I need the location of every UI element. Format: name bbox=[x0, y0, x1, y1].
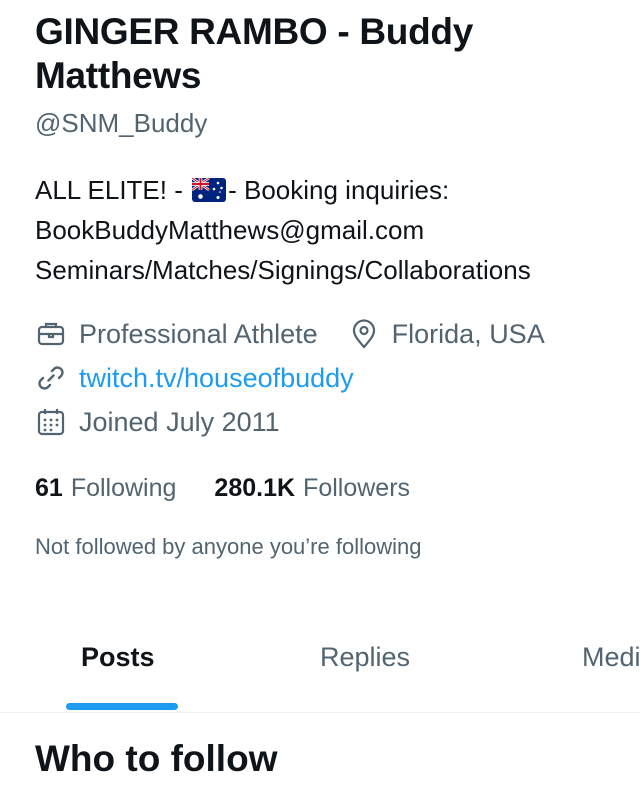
profile-location: Florida, USA bbox=[348, 318, 545, 350]
profile-handle: @SNM_Buddy bbox=[35, 108, 208, 138]
location-pin-icon bbox=[352, 319, 375, 349]
link-icon bbox=[38, 366, 64, 390]
profile-stats: 61 Following 280.1K Followers bbox=[35, 474, 410, 503]
who-to-follow-heading: Who to follow bbox=[35, 738, 278, 779]
bio-text-2: - Booking inquiries: bbox=[228, 175, 450, 205]
profile-category: Professional Athlete bbox=[35, 318, 318, 350]
briefcase-icon bbox=[37, 322, 65, 346]
profile-meta-row-2: twitch.tv/houseofbuddy bbox=[35, 362, 354, 394]
calendar-icon bbox=[37, 409, 65, 436]
display-name: GINGER RAMBO - Buddy Matthews bbox=[35, 11, 473, 96]
website-link[interactable]: twitch.tv/houseofbuddy bbox=[79, 363, 354, 394]
bio-text-1: ALL ELITE! - bbox=[35, 175, 191, 205]
following-stat[interactable]: 61 Following bbox=[35, 474, 176, 503]
bio-email: BookBuddyMatthews@gmail.com bbox=[35, 215, 425, 245]
australia-flag-icon bbox=[192, 178, 227, 202]
followers-stat[interactable]: 280.1K Followers bbox=[214, 474, 410, 503]
location-label: Florida, USA bbox=[391, 318, 545, 349]
joined-date: Joined July 2011 bbox=[79, 406, 280, 437]
bio-line-1: ALL ELITE! - - Booking inquiries: bbox=[35, 170, 640, 210]
tab-replies[interactable]: Replies bbox=[320, 642, 410, 673]
profile-tabs: Posts Replies Media bbox=[0, 620, 640, 713]
tab-posts[interactable]: Posts bbox=[81, 642, 155, 673]
bio-line-3: Seminars/Matches/Signings/Collaborations bbox=[35, 255, 531, 285]
following-label: Following bbox=[70, 474, 177, 502]
profile-meta-row-1: Professional Athlete Florida, USA bbox=[35, 318, 545, 350]
profile-meta-row-3: Joined July 2011 bbox=[35, 406, 280, 438]
category-label: Professional Athlete bbox=[79, 318, 318, 349]
active-tab-indicator bbox=[66, 703, 178, 710]
profile-bio: ALL ELITE! - - Booking inquiries: BookBu… bbox=[35, 170, 640, 290]
followed-by-note: Not followed by anyone you’re following bbox=[35, 534, 422, 559]
followers-count: 280.1K bbox=[214, 474, 296, 502]
followers-label: Followers bbox=[303, 474, 411, 502]
tab-media[interactable]: Media bbox=[582, 642, 640, 673]
following-count: 61 bbox=[35, 474, 63, 502]
